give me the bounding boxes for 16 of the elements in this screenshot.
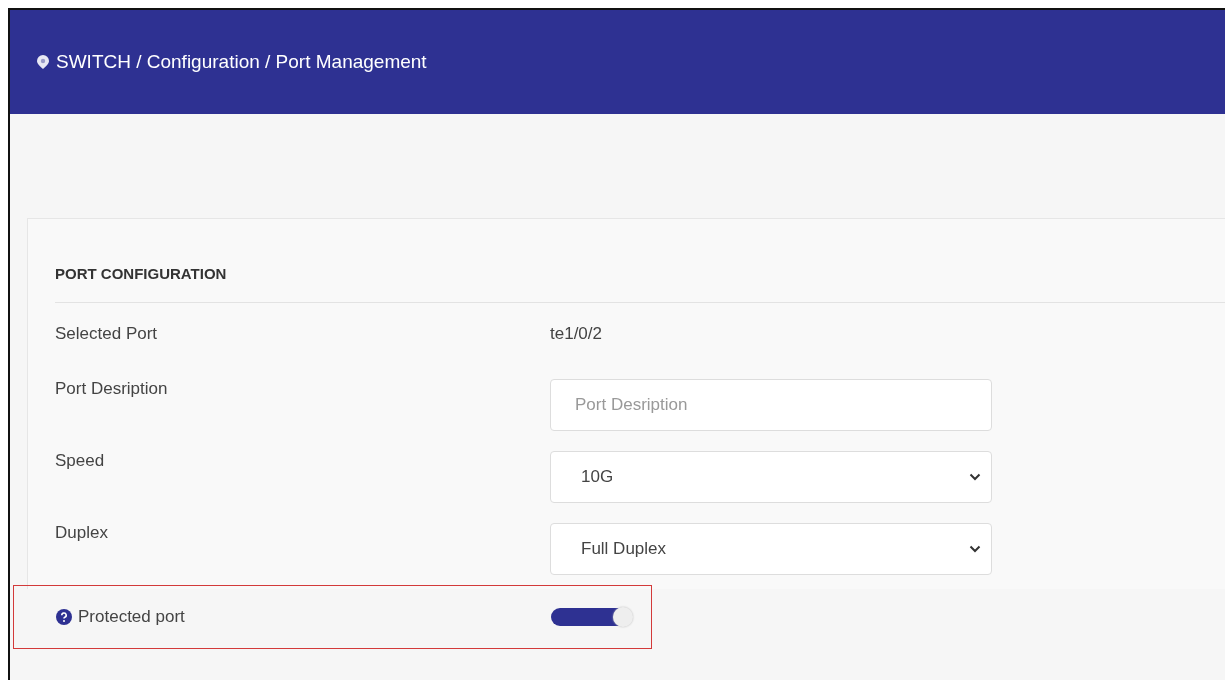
section-title: PORT CONFIGURATION xyxy=(55,264,228,284)
toggle-switch[interactable] xyxy=(551,608,631,626)
location-pin-icon xyxy=(36,54,50,70)
field-label: Protected port xyxy=(78,607,185,627)
field-label: Selected Port xyxy=(55,324,158,344)
field-label: Speed xyxy=(55,451,105,471)
help-icon[interactable] xyxy=(56,609,72,625)
dropdown[interactable]: 10G xyxy=(550,451,992,503)
port-value: te1/0/2 xyxy=(550,324,602,344)
chevron-down-icon[interactable] xyxy=(969,473,981,481)
field-label: Port Desription xyxy=(55,379,168,399)
chevron-down-icon[interactable] xyxy=(969,545,981,553)
field-label: Duplex xyxy=(55,523,108,543)
input-field[interactable]: Port Desription xyxy=(550,379,992,431)
dropdown[interactable]: Full Duplex xyxy=(550,523,992,575)
breadcrumb: SWITCH / Configuration / Port Management xyxy=(56,51,427,73)
